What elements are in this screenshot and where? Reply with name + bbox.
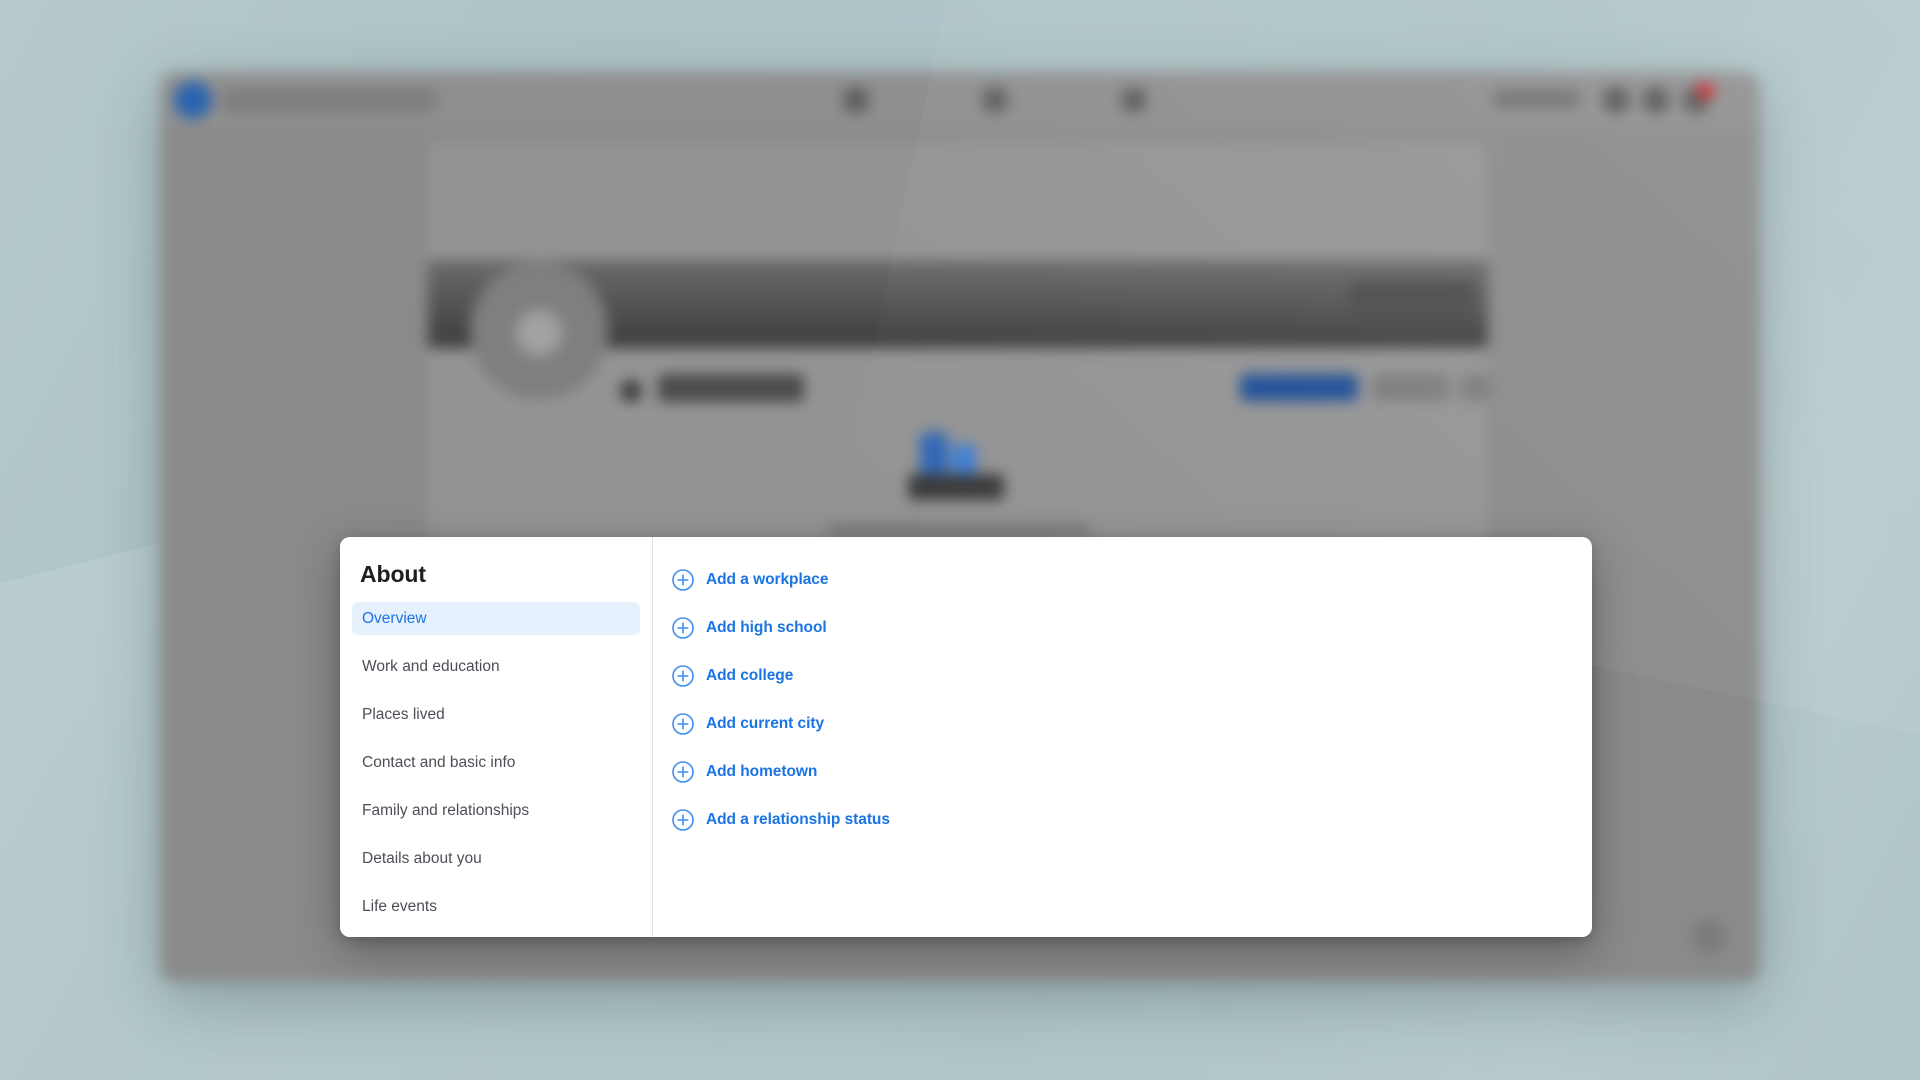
add-action-label: Add current city — [706, 715, 825, 732]
add-college-button[interactable]: Add college — [671, 661, 793, 691]
sidebar-item-label: Life events — [362, 898, 437, 915]
nav-home-icon[interactable] — [844, 88, 868, 112]
sidebar-item-life-events[interactable]: Life events — [352, 890, 640, 923]
plus-circle-icon — [672, 617, 694, 639]
profile-name — [658, 374, 804, 402]
about-modal-title: About — [360, 561, 426, 587]
floating-action-button[interactable] — [1692, 920, 1726, 954]
avatar-placeholder-icon — [516, 310, 562, 356]
empty-state-caption — [828, 524, 1090, 537]
messenger-icon[interactable] — [1642, 86, 1670, 114]
add-action-label: Add college — [706, 667, 794, 684]
plus-circle-icon — [672, 569, 694, 591]
sidebar-item-overview[interactable]: Overview — [352, 602, 640, 635]
people-illustration-base — [908, 474, 1004, 500]
about-modal: About Overview Work and education Places… — [340, 537, 1592, 937]
add-hometown-button[interactable]: Add hometown — [671, 757, 817, 787]
plus-circle-icon — [672, 809, 694, 831]
nav-marketplace-icon[interactable] — [1122, 88, 1146, 112]
sidebar-item-places-lived[interactable]: Places lived — [352, 698, 640, 731]
search-input[interactable] — [220, 88, 438, 113]
notification-badge — [1697, 82, 1714, 99]
header-profile-name[interactable] — [1494, 90, 1580, 108]
add-to-story-button[interactable] — [1240, 374, 1358, 401]
sidebar-item-label: Family and relationships — [362, 802, 530, 819]
plus-circle-icon — [672, 665, 694, 687]
add-story-button[interactable] — [1350, 310, 1474, 331]
edit-avatar-camera-icon[interactable] — [620, 380, 642, 402]
add-current-city-button[interactable]: Add current city — [671, 709, 824, 739]
desktop-backdrop: About Overview Work and education Places… — [0, 0, 1920, 1080]
sidebar-item-work-and-education[interactable]: Work and education — [352, 650, 640, 683]
menu-grid-icon[interactable] — [1602, 86, 1630, 114]
about-modal-sidebar: About Overview Work and education Places… — [340, 537, 653, 937]
add-action-label: Add high school — [706, 619, 827, 636]
sidebar-item-label: Overview — [362, 610, 427, 627]
more-options-button[interactable] — [1460, 374, 1490, 401]
about-modal-content: Add a workplace Add high school Add coll… — [653, 537, 1592, 937]
facebook-header-bar — [160, 72, 1760, 128]
add-a-relationship-status-button[interactable]: Add a relationship status — [671, 805, 890, 835]
sidebar-item-label: Places lived — [362, 706, 445, 723]
sidebar-item-label: Contact and basic info — [362, 754, 516, 771]
plus-circle-icon — [672, 761, 694, 783]
sidebar-item-label: Details about you — [362, 850, 482, 867]
edit-profile-button[interactable] — [1372, 374, 1450, 401]
sidebar-item-details-about-you[interactable]: Details about you — [352, 842, 640, 875]
sidebar-item-family-and-relationships[interactable]: Family and relationships — [352, 794, 640, 827]
add-a-workplace-button[interactable]: Add a workplace — [671, 565, 828, 595]
nav-watch-icon[interactable] — [983, 88, 1007, 112]
people-illustration-person-b — [952, 444, 976, 478]
facebook-logo-icon[interactable] — [174, 81, 212, 119]
add-action-label: Add a workplace — [706, 571, 829, 588]
add-high-school-button[interactable]: Add high school — [671, 613, 827, 643]
sidebar-item-label: Work and education — [362, 658, 500, 675]
add-action-label: Add hometown — [706, 763, 818, 780]
plus-circle-icon — [672, 713, 694, 735]
edit-cover-photo-button[interactable] — [1350, 282, 1474, 303]
sidebar-item-contact-and-basic-info[interactable]: Contact and basic info — [352, 746, 640, 779]
profile-card — [428, 142, 1490, 556]
people-illustration-person-a — [920, 432, 948, 476]
about-nav-list: Overview Work and education Places lived… — [352, 602, 640, 923]
add-action-label: Add a relationship status — [706, 811, 890, 828]
